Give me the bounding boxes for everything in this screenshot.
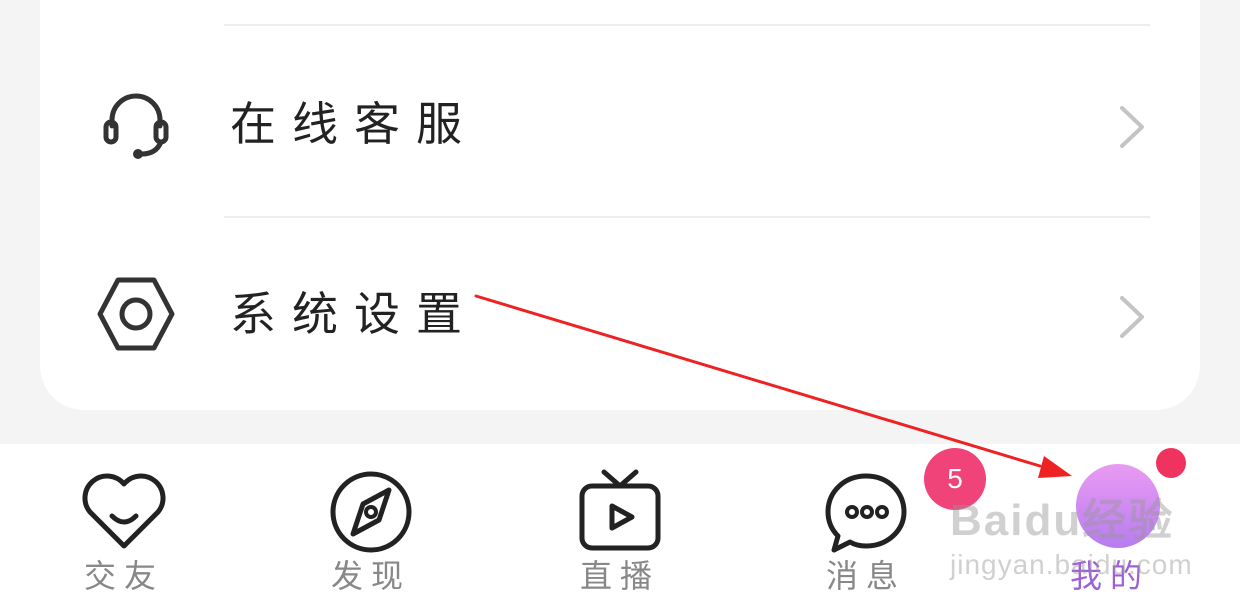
tab-label: 交友 — [83, 557, 164, 595]
compass-icon — [330, 471, 412, 553]
bottom-tab-bar: 交友 发现 直播 5 消息 我的 — [0, 444, 1240, 616]
tab-label: 发现 — [330, 557, 411, 595]
tab-label: 我的 — [1069, 557, 1150, 595]
chevron-right-icon — [1120, 296, 1144, 338]
headset-icon — [103, 93, 169, 159]
tab-live[interactable]: 直播 — [530, 444, 710, 616]
notification-dot — [1156, 448, 1186, 478]
avatar — [1076, 464, 1160, 548]
menu-item-label: 在线客服 — [230, 97, 478, 151]
settings-hexagon-icon — [97, 277, 175, 351]
unread-badge: 5 — [924, 448, 986, 510]
menu-item-system-settings[interactable]: 系统设置 — [40, 254, 1200, 374]
divider — [224, 216, 1150, 218]
heart-smile-icon — [82, 473, 166, 549]
chevron-right-icon — [1120, 106, 1144, 148]
chat-bubble-icon — [825, 473, 907, 553]
divider — [224, 24, 1150, 26]
tab-label: 消息 — [825, 557, 906, 595]
menu-item-label: 系统设置 — [230, 287, 478, 341]
tv-play-icon — [579, 469, 661, 551]
tab-me[interactable]: 我的 — [1020, 444, 1200, 616]
tab-messages[interactable]: 5 消息 — [776, 444, 986, 616]
tab-label: 直播 — [579, 557, 660, 595]
tab-discover[interactable]: 发现 — [281, 444, 461, 616]
menu-item-online-service[interactable]: 在线客服 — [40, 64, 1200, 184]
tab-dating[interactable]: 交友 — [34, 444, 214, 616]
